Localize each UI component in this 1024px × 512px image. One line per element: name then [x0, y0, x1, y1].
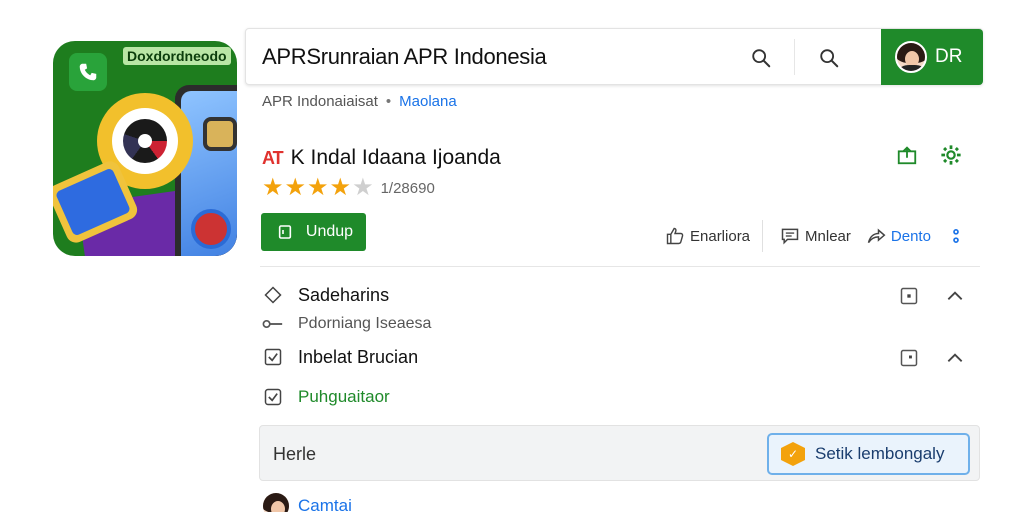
row1-title: Sadeharins	[298, 284, 390, 305]
star-empty-icon: ★	[352, 174, 374, 201]
install-icon	[274, 221, 296, 243]
message-button[interactable]: Mnlear	[779, 225, 851, 247]
share-arrow-icon	[865, 225, 887, 247]
comment-link[interactable]: Camtai	[262, 492, 352, 512]
row1-subtitle: Pdorniang Iseaesa	[298, 315, 432, 332]
app-title: AT K Indal Idaana Ijoanda	[262, 146, 501, 170]
diamond-icon	[262, 284, 284, 306]
share-label: Dento	[890, 227, 931, 245]
phone-call-icon	[69, 53, 107, 91]
chevron-up-icon[interactable]	[944, 285, 966, 307]
app-icon: Doxdordneodo	[53, 41, 237, 256]
like-label: Enarliora	[690, 227, 751, 245]
breadcrumb-category: APR Indonaiaisat	[262, 93, 378, 110]
install-label: Undup	[305, 223, 354, 240]
more-icon[interactable]	[945, 225, 967, 247]
actions-divider	[762, 220, 764, 252]
star-icon: ★	[262, 174, 284, 201]
search-icon-secondary[interactable]	[814, 43, 844, 73]
row2-controls	[898, 347, 966, 369]
chevron-up-icon[interactable]	[944, 347, 966, 369]
avatar	[895, 41, 927, 73]
checkbox-checked-icon	[262, 346, 284, 368]
review-count: 1/28690	[380, 179, 435, 197]
message-icon	[779, 225, 801, 247]
share-box-icon[interactable]	[896, 144, 918, 166]
list-item[interactable]: Inbelat Brucian	[262, 346, 418, 368]
actions-row: Enarliora Mnlear Dento	[664, 220, 967, 252]
hexagon-icon: ✓	[781, 442, 805, 466]
profile-button[interactable]: DR	[881, 29, 983, 85]
star-icon: ★	[307, 174, 329, 201]
rating: ★ ★ ★ ★ ★ 1/28690	[262, 176, 435, 200]
row1-controls	[898, 285, 966, 307]
thumbs-up-icon	[664, 225, 686, 247]
search-query-text[interactable]: APRSrunraian APR Indonesia	[262, 44, 547, 70]
checkbox-icon[interactable]	[898, 347, 920, 369]
search-bar[interactable]: APRSrunraian APR Indonesia DR	[245, 28, 983, 85]
list-item[interactable]: Puhguaitaor	[262, 386, 390, 408]
row2-title: Inbelat Brucian	[298, 346, 419, 367]
profile-initials: DR	[935, 46, 963, 67]
install-button[interactable]: Undup	[261, 213, 366, 251]
section-divider	[260, 266, 980, 267]
developer-logo: AT	[262, 147, 284, 168]
message-label: Mnlear	[805, 227, 851, 245]
breadcrumb-link[interactable]: Maolana	[399, 93, 457, 110]
app-icon-brand-text: Doxdordneodo	[123, 47, 231, 65]
info-bar: Herle ✓ Setik lembongaly	[259, 425, 980, 481]
gear-icon[interactable]	[940, 144, 962, 166]
like-button[interactable]: Enarliora	[664, 225, 750, 247]
setup-button-label: Setik lembongaly	[815, 444, 945, 463]
comment-label: Camtai	[298, 496, 352, 512]
share-button[interactable]: Dento	[865, 225, 931, 247]
row3-title: Puhguaitaor	[298, 387, 390, 406]
search-divider	[794, 39, 795, 75]
breadcrumb-separator: •	[385, 93, 392, 110]
checkbox-icon[interactable]	[898, 285, 920, 307]
app-icon-phone-graphic	[175, 85, 237, 256]
list-item[interactable]: Sadeharins	[262, 284, 389, 306]
checkbox-checked-icon	[262, 386, 284, 408]
app-title-text: K Indal Idaana Ijoanda	[290, 146, 501, 169]
list-item-sub: Pdorniang Iseaesa	[262, 313, 431, 335]
top-actions	[896, 144, 962, 166]
breadcrumb: APR Indonaiaisat • Maolana	[262, 93, 457, 110]
star-icon: ★	[284, 174, 307, 201]
key-icon	[262, 313, 284, 335]
info-bar-label: Herle	[273, 444, 317, 464]
setup-button[interactable]: ✓ Setik lembongaly	[767, 433, 970, 475]
search-icon[interactable]	[746, 43, 776, 73]
star-icon: ★	[329, 174, 352, 201]
avatar	[262, 492, 290, 512]
